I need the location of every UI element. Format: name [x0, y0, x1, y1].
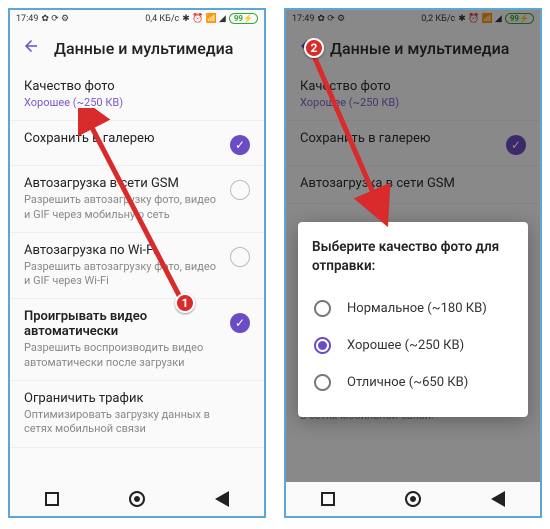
annotation-badge: 2: [304, 38, 324, 58]
radio-off-icon: [314, 374, 331, 391]
nav-back-icon[interactable]: [491, 491, 505, 507]
row-save-gallery[interactable]: Сохранить в галерею: [10, 121, 264, 166]
nav-recent-icon[interactable]: [45, 492, 59, 506]
status-bar: 17:49 ✿ ⟳ ⚙ 0,4 КБ/с ✱ ⏰ 📶 ◢ 99⚡: [10, 10, 264, 27]
checkbox-off-icon[interactable]: [230, 247, 250, 267]
phone-right: 17:49 ✿ ⟳ ⚙ 0,2 КБ/с ✱ ⏰ 📶 ◢ 99⚡ Данные …: [284, 8, 542, 518]
battery-icon: 99⚡: [229, 13, 258, 24]
row-subtitle: Хорошее (~250 КВ): [24, 96, 240, 110]
row-subtitle: Разрешить автозагрузку фото, видео и GIF…: [24, 260, 220, 289]
nav-home-icon[interactable]: [405, 491, 421, 507]
row-limit-traffic[interactable]: Ограничить трафик Оптимизировать загрузк…: [10, 381, 264, 448]
row-title: Автозагрузка по Wi-Fi: [24, 243, 220, 258]
checkbox-off-icon[interactable]: [230, 180, 250, 200]
bluetooth-icon: ✱ ⏰ 📶 ◢: [182, 14, 226, 24]
android-navbar: [286, 482, 540, 516]
row-subtitle: Разрешить автозагрузку фото, видео и GIF…: [24, 193, 220, 222]
row-title: Проигрывать видео автоматически: [24, 309, 220, 339]
page-title: Данные и мультимедиа: [54, 39, 233, 58]
row-photo-quality[interactable]: Качество фото Хорошее (~250 КВ): [10, 69, 264, 121]
row-title: Ограничить трафик: [24, 391, 240, 406]
row-subtitle: Разрешить воспроизводить видео автоматич…: [24, 341, 220, 370]
row-autoplay-video[interactable]: Проигрывать видео автоматически Разрешит…: [10, 299, 264, 381]
status-time: 17:49: [16, 14, 38, 24]
checkbox-on-icon[interactable]: [230, 135, 250, 155]
dialog-option-excellent[interactable]: Отличное (~650 КВ): [312, 364, 514, 401]
row-title: Автозагрузка в сети GSM: [24, 176, 220, 191]
sync-icon: ✿ ⟳ ⚙: [41, 14, 69, 24]
android-navbar: [10, 482, 264, 516]
radio-off-icon: [314, 300, 331, 317]
arrow-left-icon: [22, 37, 40, 55]
phone-left: 17:49 ✿ ⟳ ⚙ 0,4 КБ/с ✱ ⏰ 📶 ◢ 99⚡ Данные …: [8, 8, 266, 518]
nav-back-icon[interactable]: [215, 491, 229, 507]
option-label: Отличное (~650 КВ): [347, 375, 468, 390]
back-button[interactable]: [22, 37, 40, 59]
option-label: Нормальное (~180 КВ): [347, 301, 487, 316]
row-title: Сохранить в галерею: [24, 131, 220, 146]
row-autoload-wifi[interactable]: Автозагрузка по Wi-Fi Разрешить автозагр…: [10, 233, 264, 300]
dialog-title: Выберите качество фото для отправки:: [312, 238, 514, 276]
dialog-option-normal[interactable]: Нормальное (~180 КВ): [312, 290, 514, 327]
annotation-badge: 1: [175, 293, 195, 313]
option-label: Хорошее (~250 КВ): [347, 338, 464, 353]
row-title: Качество фото: [24, 79, 240, 94]
app-header: Данные и мультимедиа: [10, 27, 264, 69]
row-subtitle: Оптимизировать загрузку данных в сетях м…: [24, 408, 240, 437]
dialog-option-good[interactable]: Хорошее (~250 КВ): [312, 327, 514, 364]
nav-home-icon[interactable]: [129, 491, 145, 507]
radio-on-icon: [314, 337, 331, 354]
status-net: 0,4 КБ/с: [145, 14, 179, 24]
photo-quality-dialog: Выберите качество фото для отправки: Нор…: [298, 222, 528, 417]
nav-recent-icon[interactable]: [321, 492, 335, 506]
checkbox-on-icon[interactable]: [230, 313, 250, 333]
row-autoload-gsm[interactable]: Автозагрузка в сети GSM Разрешить автоза…: [10, 166, 264, 233]
